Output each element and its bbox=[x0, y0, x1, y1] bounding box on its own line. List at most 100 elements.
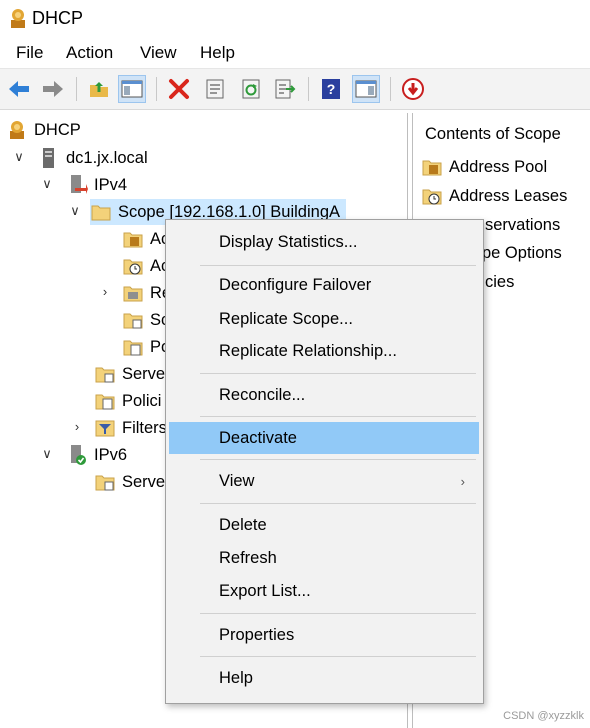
server-options-icon bbox=[95, 475, 115, 491]
tree-node-ipv6-server-options[interactable]: Serve bbox=[94, 469, 165, 495]
chevron-down-icon[interactable]: ∨ bbox=[40, 176, 54, 192]
menu-item-help[interactable]: Help bbox=[169, 662, 479, 694]
menu-item-deactivate[interactable]: Deactivate bbox=[169, 422, 479, 454]
show-hide-action-pane-icon[interactable] bbox=[352, 75, 380, 103]
dhcp-app-icon bbox=[11, 9, 25, 28]
window-title: DHCP bbox=[32, 8, 84, 28]
result-item-reservations[interactable]: servations bbox=[485, 213, 560, 237]
tree-node-address-leases[interactable]: Ac bbox=[122, 253, 169, 279]
scope-options-icon bbox=[123, 313, 143, 329]
up-folder-icon[interactable] bbox=[86, 76, 112, 102]
show-hide-console-tree-icon[interactable] bbox=[118, 75, 146, 103]
ipv6-icon bbox=[71, 445, 86, 465]
tree-label: dc1.jx.local bbox=[66, 148, 148, 167]
menu-item-properties[interactable]: Properties bbox=[169, 619, 479, 651]
tree-label: Serve bbox=[122, 364, 166, 383]
tree-node-filters[interactable]: Filters bbox=[94, 415, 167, 441]
menu-item-replicate-relationship[interactable]: Replicate Relationship... bbox=[169, 335, 479, 367]
stop-icon[interactable] bbox=[400, 76, 426, 102]
server-icon bbox=[43, 148, 54, 168]
policies-icon bbox=[95, 394, 115, 410]
watermark: CSDN @xyzzklk bbox=[503, 710, 584, 722]
menu-file[interactable]: File bbox=[16, 43, 43, 63]
tree-label: Filters bbox=[122, 418, 167, 437]
tree-node-ipv6[interactable]: IPv6 bbox=[66, 442, 127, 468]
tree-label: Polici bbox=[122, 391, 162, 410]
svg-text:?: ? bbox=[327, 81, 336, 97]
policies-icon bbox=[123, 340, 143, 356]
address-pool-icon bbox=[123, 232, 143, 248]
tree-label: IPv4 bbox=[94, 175, 128, 194]
toolbar-separator bbox=[76, 77, 77, 101]
chevron-down-icon[interactable]: ∨ bbox=[40, 446, 54, 462]
chevron-right-icon[interactable]: › bbox=[98, 284, 112, 299]
server-options-icon bbox=[95, 367, 115, 383]
menu-separator bbox=[200, 656, 476, 657]
help-icon[interactable]: ? bbox=[318, 76, 344, 102]
tree-node-dhcp[interactable]: DHCP bbox=[6, 117, 81, 143]
menu-item-replicate-scope[interactable]: Replicate Scope... bbox=[169, 303, 479, 335]
tree-node-address-pool[interactable]: Ac bbox=[122, 226, 169, 252]
result-item-address-pool[interactable]: Address Pool bbox=[421, 155, 547, 179]
tree-label: IPv6 bbox=[94, 445, 128, 464]
chevron-right-icon: › bbox=[460, 473, 465, 489]
export-list-icon[interactable] bbox=[272, 76, 298, 102]
dhcp-root-icon bbox=[10, 121, 24, 139]
menu-item-view[interactable]: View › bbox=[169, 465, 479, 497]
result-item-label: Address Leases bbox=[449, 186, 568, 205]
chevron-down-icon[interactable]: ∨ bbox=[68, 203, 82, 219]
toolbar-separator bbox=[390, 77, 391, 101]
menu-separator bbox=[200, 416, 476, 417]
tree-node-scope-options[interactable]: Sc bbox=[122, 307, 169, 333]
menu-item-refresh[interactable]: Refresh bbox=[169, 542, 479, 574]
toolbar: ? bbox=[0, 69, 590, 110]
menu-separator bbox=[200, 613, 476, 614]
menu-separator bbox=[200, 265, 476, 266]
tree-node-server-options[interactable]: Serve bbox=[94, 361, 165, 387]
address-leases-icon bbox=[422, 189, 442, 205]
title-bar: DHCP bbox=[0, 0, 590, 38]
context-menu: Display Statistics... Deconfigure Failov… bbox=[165, 219, 484, 704]
menu-separator bbox=[200, 459, 476, 460]
results-pane-title: Contents of Scope bbox=[425, 125, 561, 143]
menu-action[interactable]: Action bbox=[66, 43, 113, 63]
menu-item-deconfigure-failover[interactable]: Deconfigure Failover bbox=[169, 269, 479, 301]
toolbar-separator bbox=[156, 77, 157, 101]
scope-folder-icon bbox=[91, 205, 111, 221]
menu-item-delete[interactable]: Delete bbox=[169, 509, 479, 541]
chevron-right-icon[interactable]: › bbox=[70, 419, 84, 434]
toolbar-separator bbox=[308, 77, 309, 101]
tree-label: Serve bbox=[122, 472, 166, 491]
menu-help[interactable]: Help bbox=[200, 43, 235, 63]
delete-icon[interactable] bbox=[166, 76, 192, 102]
result-item-label: Address Pool bbox=[449, 157, 548, 176]
result-item-policies[interactable]: cies bbox=[485, 270, 514, 294]
tree-node-reservations[interactable]: Re bbox=[122, 280, 171, 306]
chevron-down-icon[interactable]: ∨ bbox=[12, 149, 26, 165]
result-item-scope-options[interactable]: pe Options bbox=[482, 241, 562, 265]
menu-view[interactable]: View bbox=[140, 43, 177, 63]
tree-node-server[interactable]: dc1.jx.local bbox=[38, 145, 148, 171]
tree-node-ipv4[interactable]: IPv4 bbox=[66, 172, 127, 198]
filters-icon bbox=[95, 420, 115, 437]
address-pool-icon bbox=[422, 160, 442, 176]
menu-item-reconcile[interactable]: Reconcile... bbox=[169, 379, 479, 411]
address-leases-icon bbox=[123, 259, 143, 275]
tree-label: DHCP bbox=[34, 120, 81, 139]
back-arrow-icon[interactable] bbox=[6, 76, 32, 102]
result-item-label: servations bbox=[485, 215, 561, 234]
menu-item-display-statistics[interactable]: Display Statistics... bbox=[169, 226, 479, 258]
menu-bar: File Action View Help bbox=[0, 38, 590, 69]
reservations-icon bbox=[123, 286, 143, 302]
menu-separator bbox=[200, 503, 476, 504]
properties-icon[interactable] bbox=[202, 76, 228, 102]
forward-arrow-icon[interactable] bbox=[40, 76, 66, 102]
menu-item-label: View bbox=[219, 471, 255, 490]
ipv4-icon bbox=[71, 175, 88, 194]
menu-separator bbox=[200, 373, 476, 374]
tree-node-policies[interactable]: Po bbox=[122, 334, 170, 360]
refresh-icon[interactable] bbox=[238, 76, 264, 102]
result-item-address-leases[interactable]: Address Leases bbox=[421, 184, 567, 208]
menu-item-export-list[interactable]: Export List... bbox=[169, 575, 479, 607]
tree-node-ipv4-policies[interactable]: Polici bbox=[94, 388, 161, 414]
